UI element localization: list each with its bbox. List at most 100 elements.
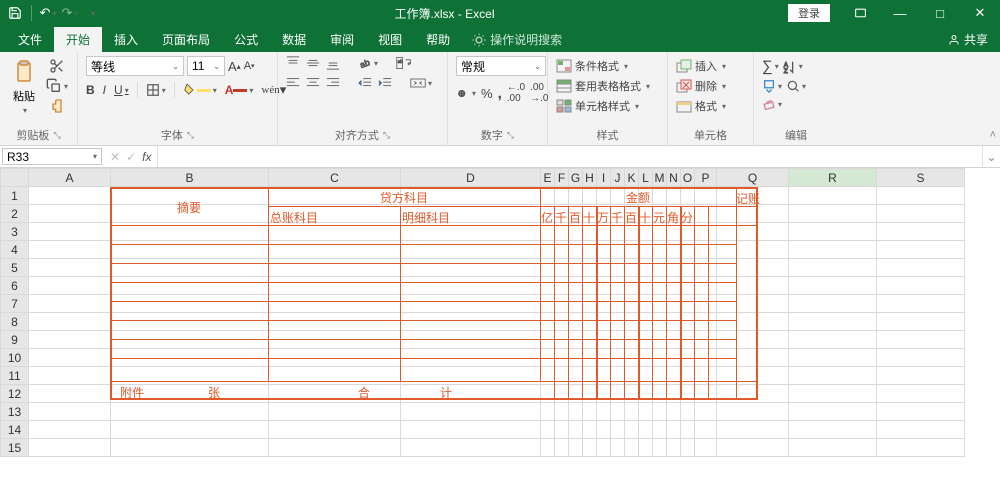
increase-indent-button[interactable] xyxy=(378,76,392,90)
cell[interactable] xyxy=(695,259,717,277)
cell[interactable] xyxy=(667,331,681,349)
cell[interactable] xyxy=(269,259,401,277)
col-header[interactable]: R xyxy=(789,169,877,187)
cell[interactable] xyxy=(717,241,789,259)
cell[interactable] xyxy=(111,403,269,421)
cell[interactable] xyxy=(583,241,597,259)
cell[interactable] xyxy=(541,277,555,295)
cell[interactable] xyxy=(789,295,877,313)
align-top-button[interactable] xyxy=(286,56,300,70)
cell[interactable] xyxy=(541,367,555,385)
cell[interactable] xyxy=(569,403,583,421)
cell[interactable] xyxy=(611,277,625,295)
cell[interactable] xyxy=(611,439,625,457)
cell[interactable] xyxy=(269,385,401,403)
cell[interactable] xyxy=(695,331,717,349)
cell[interactable] xyxy=(269,421,401,439)
cell[interactable] xyxy=(111,385,269,403)
cell[interactable] xyxy=(639,313,653,331)
cell[interactable] xyxy=(611,223,625,241)
cell[interactable] xyxy=(667,349,681,367)
cell[interactable] xyxy=(401,313,541,331)
cell[interactable] xyxy=(611,187,625,205)
cell[interactable] xyxy=(597,313,611,331)
cell[interactable] xyxy=(111,349,269,367)
cell[interactable] xyxy=(541,241,555,259)
cell[interactable] xyxy=(401,277,541,295)
cell[interactable] xyxy=(269,205,401,223)
row-header[interactable]: 15 xyxy=(1,439,29,457)
col-header[interactable]: K xyxy=(625,169,639,187)
name-box[interactable]: R33 ▾ xyxy=(2,148,102,165)
cell[interactable] xyxy=(639,277,653,295)
cell[interactable] xyxy=(681,439,695,457)
cell[interactable] xyxy=(877,349,965,367)
cell[interactable] xyxy=(877,259,965,277)
cell[interactable] xyxy=(877,187,965,205)
cell[interactable] xyxy=(583,205,597,223)
cell[interactable] xyxy=(877,241,965,259)
cell[interactable] xyxy=(681,385,695,403)
underline-button[interactable]: U▾ xyxy=(114,83,129,97)
cell[interactable] xyxy=(569,367,583,385)
cell[interactable] xyxy=(29,349,111,367)
cell[interactable] xyxy=(681,403,695,421)
cell[interactable] xyxy=(639,259,653,277)
col-header[interactable]: O xyxy=(681,169,695,187)
tab-view[interactable]: 视图 xyxy=(366,27,414,52)
cell[interactable] xyxy=(625,403,639,421)
cell[interactable] xyxy=(625,259,639,277)
align-left-button[interactable] xyxy=(286,76,300,90)
cell[interactable] xyxy=(569,313,583,331)
row-header[interactable]: 6 xyxy=(1,277,29,295)
cell[interactable] xyxy=(625,349,639,367)
decrease-indent-button[interactable] xyxy=(358,76,372,90)
cell[interactable] xyxy=(695,403,717,421)
cell[interactable] xyxy=(111,277,269,295)
cell[interactable] xyxy=(541,187,555,205)
italic-button[interactable]: I xyxy=(103,83,106,97)
col-header[interactable]: F xyxy=(555,169,569,187)
cell[interactable] xyxy=(625,205,639,223)
enter-formula-icon[interactable]: ✓ xyxy=(126,150,136,164)
format-as-table-button[interactable]: 套用表格格式▾ xyxy=(556,78,650,94)
cell[interactable] xyxy=(541,349,555,367)
cell[interactable] xyxy=(541,259,555,277)
font-name-combo[interactable]: 等线⌄ xyxy=(86,56,184,76)
cell[interactable] xyxy=(555,187,569,205)
row-header[interactable]: 5 xyxy=(1,259,29,277)
cell[interactable] xyxy=(667,439,681,457)
cell[interactable] xyxy=(569,385,583,403)
decrease-font-button[interactable]: A▾ xyxy=(244,60,255,72)
cell[interactable] xyxy=(555,367,569,385)
cell[interactable] xyxy=(611,295,625,313)
cell[interactable] xyxy=(597,385,611,403)
cell[interactable] xyxy=(667,385,681,403)
cell[interactable] xyxy=(653,331,667,349)
cell[interactable] xyxy=(639,349,653,367)
cell[interactable] xyxy=(111,439,269,457)
comma-format-button[interactable]: , xyxy=(498,85,502,102)
cell[interactable] xyxy=(789,313,877,331)
fill-button[interactable]: ▾ xyxy=(762,79,782,93)
cell[interactable] xyxy=(401,187,541,205)
cell[interactable] xyxy=(789,205,877,223)
cell[interactable] xyxy=(877,403,965,421)
cell[interactable] xyxy=(111,313,269,331)
cell[interactable] xyxy=(789,223,877,241)
tab-formulas[interactable]: 公式 xyxy=(222,27,270,52)
borders-button[interactable]: ▾ xyxy=(146,83,166,97)
cell[interactable] xyxy=(541,439,555,457)
cell[interactable] xyxy=(111,421,269,439)
cell[interactable] xyxy=(611,349,625,367)
cell[interactable] xyxy=(695,421,717,439)
share-button[interactable]: 共享 xyxy=(936,27,1000,52)
cell[interactable] xyxy=(681,349,695,367)
cell[interactable] xyxy=(269,313,401,331)
number-dialog-launcher[interactable]: ⤡ xyxy=(507,130,514,141)
cell[interactable] xyxy=(597,187,611,205)
row-header[interactable]: 1 xyxy=(1,187,29,205)
cell[interactable] xyxy=(611,385,625,403)
formula-bar[interactable] xyxy=(158,146,982,167)
cell[interactable] xyxy=(681,367,695,385)
